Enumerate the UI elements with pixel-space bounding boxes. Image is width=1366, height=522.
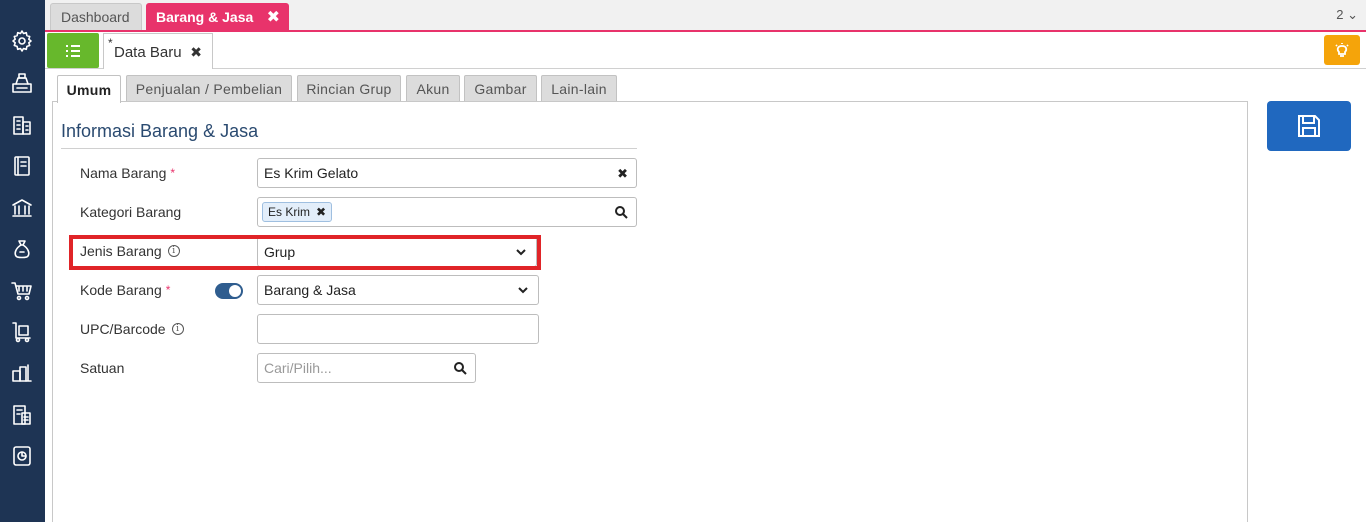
- tab-count: 2: [1336, 7, 1344, 22]
- list-icon: [66, 44, 80, 57]
- chevron-down-icon: ⌄: [1347, 7, 1358, 22]
- satuan-label: Satuan: [80, 360, 124, 376]
- tips-button[interactable]: [1324, 35, 1360, 65]
- kategori-barang-input[interactable]: Es Krim ✖: [257, 197, 637, 227]
- tab-akun[interactable]: Akun: [406, 75, 460, 102]
- search-icon[interactable]: [453, 361, 467, 378]
- search-icon[interactable]: [614, 205, 628, 222]
- kategori-barang-label-text: Kategori Barang: [80, 204, 182, 220]
- module-tab-bar: Dashboard Barang & Jasa ✖ 2 ⌄: [45, 0, 1366, 31]
- tab-umum[interactable]: Umum: [57, 75, 121, 103]
- tab-lain-lain[interactable]: Lain-lain: [541, 75, 617, 102]
- kategori-tag-label: Es Krim: [268, 205, 310, 219]
- auto-code-toggle[interactable]: [215, 283, 243, 299]
- close-icon[interactable]: ✖: [190, 44, 202, 61]
- report-chart-icon[interactable]: [9, 443, 35, 469]
- nama-barang-label: Nama Barang *: [80, 165, 175, 181]
- kode-barang-value: Barang & Jasa: [264, 282, 356, 298]
- tab-dashboard[interactable]: Dashboard: [50, 3, 142, 30]
- tab-dashboard-label: Dashboard: [61, 9, 130, 25]
- document-bar: * Data Baru ✖: [45, 32, 1366, 69]
- building-icon[interactable]: [9, 112, 35, 138]
- nama-barang-value: Es Krim Gelato: [264, 165, 359, 181]
- money-bag-icon[interactable]: [9, 236, 35, 262]
- upc-barcode-label-text: UPC/Barcode: [80, 321, 166, 337]
- satuan-input[interactable]: Cari/Pilih...: [257, 353, 476, 383]
- settings-icon[interactable]: [9, 28, 35, 54]
- tab-barang-jasa[interactable]: Barang & Jasa ✖: [146, 3, 289, 30]
- tab-gambar-label: Gambar: [474, 81, 527, 97]
- satuan-label-text: Satuan: [80, 360, 125, 376]
- tab-barang-jasa-label: Barang & Jasa: [156, 8, 254, 25]
- clear-icon[interactable]: ✖: [617, 166, 628, 182]
- tab-rincian-grup[interactable]: Rincian Grup: [297, 75, 401, 102]
- tab-penjualan-pembelian-label: Penjualan / Pembelian: [135, 81, 283, 97]
- lightbulb-icon: [1335, 43, 1349, 57]
- nama-barang-label-text: Nama Barang: [80, 165, 167, 181]
- cash-register-icon[interactable]: [9, 70, 35, 96]
- tab-data-baru-label: Data Baru: [114, 44, 182, 61]
- nama-barang-input[interactable]: Es Krim Gelato ✖: [257, 158, 637, 188]
- kode-barang-select[interactable]: Barang & Jasa: [257, 275, 539, 305]
- save-button[interactable]: [1267, 101, 1351, 151]
- section-divider: [61, 148, 637, 149]
- highlight-box: [69, 235, 541, 270]
- tab-rincian-grup-label: Rincian Grup: [306, 81, 392, 97]
- tab-penjualan-pembelian[interactable]: Penjualan / Pembelian: [126, 75, 292, 102]
- upc-barcode-input[interactable]: [257, 314, 539, 344]
- save-icon: [1298, 115, 1320, 137]
- upc-barcode-label: UPC/Barcode i: [80, 321, 184, 337]
- sidebar: [0, 0, 45, 522]
- tab-data-baru[interactable]: * Data Baru ✖: [103, 33, 213, 69]
- satuan-placeholder: Cari/Pilih...: [264, 360, 332, 376]
- remove-tag-icon[interactable]: ✖: [316, 205, 326, 219]
- kode-barang-label: Kode Barang *: [80, 282, 170, 298]
- modified-marker: *: [108, 36, 113, 50]
- list-button[interactable]: [47, 33, 99, 68]
- form-panel: [52, 101, 1248, 522]
- kategori-barang-label: Kategori Barang: [80, 204, 181, 220]
- tax-icon[interactable]: [9, 402, 35, 428]
- kategori-tag: Es Krim ✖: [262, 202, 333, 222]
- section-title: Informasi Barang & Jasa: [61, 121, 259, 141]
- tab-lain-lain-label: Lain-lain: [551, 81, 607, 97]
- tab-akun-label: Akun: [416, 81, 450, 97]
- chevron-down-icon: [516, 283, 530, 300]
- book-icon[interactable]: [9, 153, 35, 179]
- trolley-icon[interactable]: [9, 319, 35, 345]
- info-icon[interactable]: i: [171, 323, 184, 335]
- required-marker: *: [170, 166, 176, 180]
- tab-gambar[interactable]: Gambar: [464, 75, 537, 102]
- tab-umum-label: Umum: [66, 81, 112, 98]
- tab-count-dropdown[interactable]: 2 ⌄: [1336, 7, 1358, 23]
- inventory-icon[interactable]: [9, 360, 35, 386]
- bank-icon[interactable]: [9, 195, 35, 221]
- close-icon[interactable]: ✖: [267, 7, 280, 27]
- required-marker: *: [165, 283, 171, 297]
- kode-barang-label-text: Kode Barang: [80, 282, 162, 298]
- shopping-cart-icon[interactable]: [9, 278, 35, 304]
